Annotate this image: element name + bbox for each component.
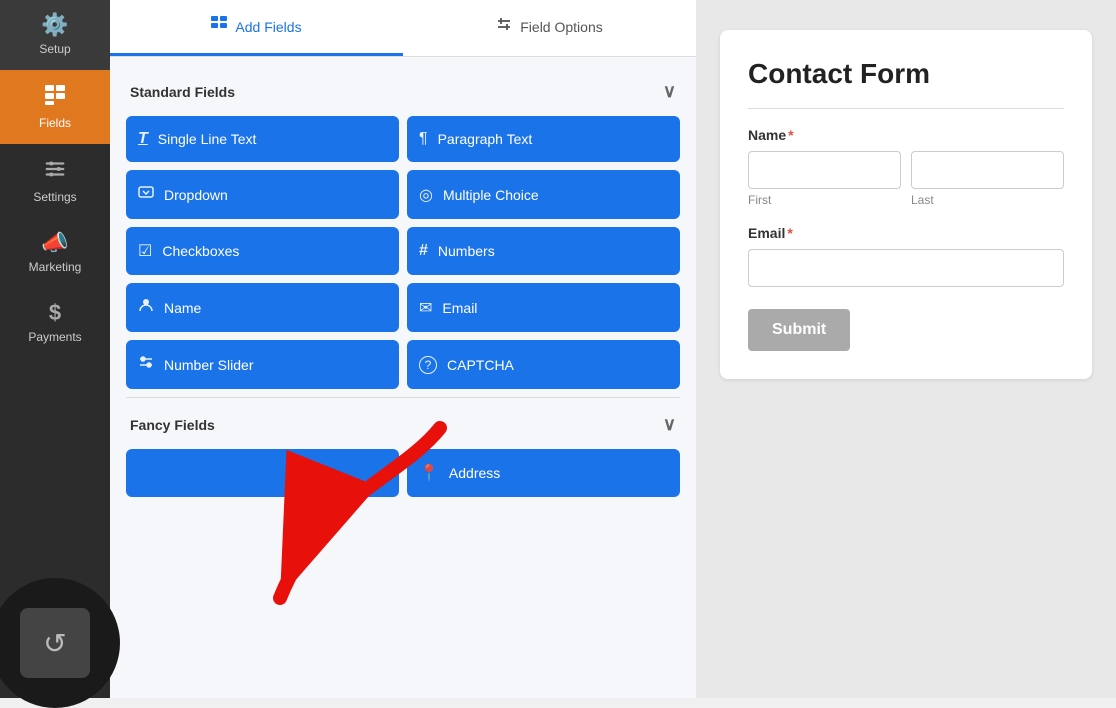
sidebar-label-marketing: Marketing xyxy=(29,260,82,274)
email-icon: ✉ xyxy=(419,298,432,318)
first-name-sublabel: First xyxy=(748,193,901,207)
first-name-field-wrap: First xyxy=(748,151,901,207)
form-name-label: Name* xyxy=(748,127,1064,143)
last-name-input[interactable] xyxy=(911,151,1064,189)
main-panel: Add Fields Field Options Standard Fields… xyxy=(110,0,696,698)
submit-button[interactable]: Submit xyxy=(748,309,850,351)
field-btn-captcha-label: CAPTCHA xyxy=(447,357,514,373)
field-btn-placeholder[interactable] xyxy=(126,449,399,497)
sidebar-item-setup[interactable]: ⚙️ Setup xyxy=(0,0,110,70)
field-btn-single-line-text[interactable]: T Single Line Text xyxy=(126,116,399,162)
field-btn-address[interactable]: 📍 Address xyxy=(407,449,680,497)
sidebar-item-fields[interactable]: Fields xyxy=(0,70,110,144)
email-input[interactable] xyxy=(748,249,1064,287)
email-required-star: * xyxy=(787,225,792,241)
standard-fields-grid: T Single Line Text ¶ Paragraph Text Drop… xyxy=(126,116,680,389)
field-btn-checkboxes-label: Checkboxes xyxy=(162,243,239,259)
form-card: Contact Form Name* First Last xyxy=(720,30,1092,379)
field-btn-email-label: Email xyxy=(442,300,477,316)
setup-icon: ⚙️ xyxy=(41,14,68,36)
last-name-sublabel: Last xyxy=(911,193,1064,207)
history-button[interactable]: ↺ xyxy=(20,608,90,678)
address-icon: 📍 xyxy=(419,463,439,483)
fields-icon xyxy=(44,84,66,110)
standard-fields-label: Standard Fields xyxy=(130,84,235,100)
form-divider xyxy=(748,108,1064,109)
field-btn-number-slider-label: Number Slider xyxy=(164,357,253,373)
checkboxes-icon: ☑ xyxy=(138,241,152,261)
fancy-fields-header: Fancy Fields ∨ xyxy=(126,406,680,449)
field-btn-multiple-choice-label: Multiple Choice xyxy=(443,187,539,203)
tab-add-fields-label: Add Fields xyxy=(235,19,301,35)
history-icon: ↺ xyxy=(43,627,66,660)
tab-field-options[interactable]: Field Options xyxy=(403,0,696,56)
field-btn-single-line-text-label: Single Line Text xyxy=(158,131,257,147)
form-email-label: Email* xyxy=(748,225,1064,241)
form-preview: Contact Form Name* First Last xyxy=(696,0,1116,698)
field-btn-multiple-choice[interactable]: ◎ Multiple Choice xyxy=(407,170,680,219)
field-btn-paragraph-text-label: Paragraph Text xyxy=(438,131,533,147)
multiple-choice-icon: ◎ xyxy=(419,185,433,205)
field-btn-numbers[interactable]: # Numbers xyxy=(407,227,680,275)
field-btn-dropdown[interactable]: Dropdown xyxy=(126,170,399,219)
field-btn-captcha[interactable]: ? CAPTCHA xyxy=(407,340,680,389)
standard-fields-header: Standard Fields ∨ xyxy=(126,73,680,116)
marketing-icon: 📣 xyxy=(41,232,68,254)
field-btn-number-slider[interactable]: Number Slider xyxy=(126,340,399,389)
form-email-group: Email* xyxy=(748,225,1064,287)
field-btn-address-label: Address xyxy=(449,465,500,481)
sidebar-item-marketing[interactable]: 📣 Marketing xyxy=(0,218,110,288)
fancy-fields-grid: 📍 Address xyxy=(126,449,680,497)
field-btn-paragraph-text[interactable]: ¶ Paragraph Text xyxy=(407,116,680,162)
sidebar-label-setup: Setup xyxy=(39,42,70,56)
sidebar-label-payments: Payments xyxy=(28,330,81,344)
sidebar-label-fields: Fields xyxy=(39,116,71,130)
captcha-icon: ? xyxy=(419,356,437,374)
fancy-fields-label: Fancy Fields xyxy=(130,417,215,433)
history-circle: ↺ xyxy=(0,578,120,708)
field-btn-email[interactable]: ✉ Email xyxy=(407,283,680,332)
name-icon xyxy=(138,297,154,318)
sidebar: ⚙️ Setup Fields Settings 📣 Marketing $ P… xyxy=(0,0,110,698)
form-name-group: Name* First Last xyxy=(748,127,1064,207)
tab-field-options-label: Field Options xyxy=(520,19,602,35)
field-options-tab-icon xyxy=(496,16,512,37)
sidebar-item-payments[interactable]: $ Payments xyxy=(0,288,110,358)
standard-fields-chevron[interactable]: ∨ xyxy=(663,81,676,102)
first-name-input[interactable] xyxy=(748,151,901,189)
content-area: Add Fields Field Options Standard Fields… xyxy=(110,0,1116,698)
field-btn-dropdown-label: Dropdown xyxy=(164,187,228,203)
field-btn-checkboxes[interactable]: ☑ Checkboxes xyxy=(126,227,399,275)
sidebar-item-settings[interactable]: Settings xyxy=(0,144,110,218)
settings-icon xyxy=(44,158,66,184)
form-title: Contact Form xyxy=(748,58,1064,90)
fields-area: Standard Fields ∨ T Single Line Text ¶ P… xyxy=(110,57,696,698)
fancy-fields-chevron[interactable]: ∨ xyxy=(663,414,676,435)
name-inputs: First Last xyxy=(748,151,1064,207)
field-btn-name-label: Name xyxy=(164,300,201,316)
dropdown-icon xyxy=(138,184,154,205)
payments-icon: $ xyxy=(49,302,61,324)
field-btn-name[interactable]: Name xyxy=(126,283,399,332)
sidebar-history-area: ↺ xyxy=(0,674,110,698)
paragraph-text-icon: ¶ xyxy=(419,130,428,148)
add-fields-tab-icon xyxy=(211,16,227,37)
single-line-text-icon: T xyxy=(138,130,148,148)
tab-add-fields[interactable]: Add Fields xyxy=(110,0,403,56)
sidebar-label-settings: Settings xyxy=(33,190,76,204)
field-btn-numbers-label: Numbers xyxy=(438,243,495,259)
submit-label: Submit xyxy=(772,321,826,338)
number-slider-icon xyxy=(138,354,154,375)
section-divider xyxy=(126,397,680,398)
last-name-field-wrap: Last xyxy=(911,151,1064,207)
name-required-star: * xyxy=(788,127,793,143)
numbers-icon: # xyxy=(419,242,428,260)
tabs-bar: Add Fields Field Options xyxy=(110,0,696,57)
